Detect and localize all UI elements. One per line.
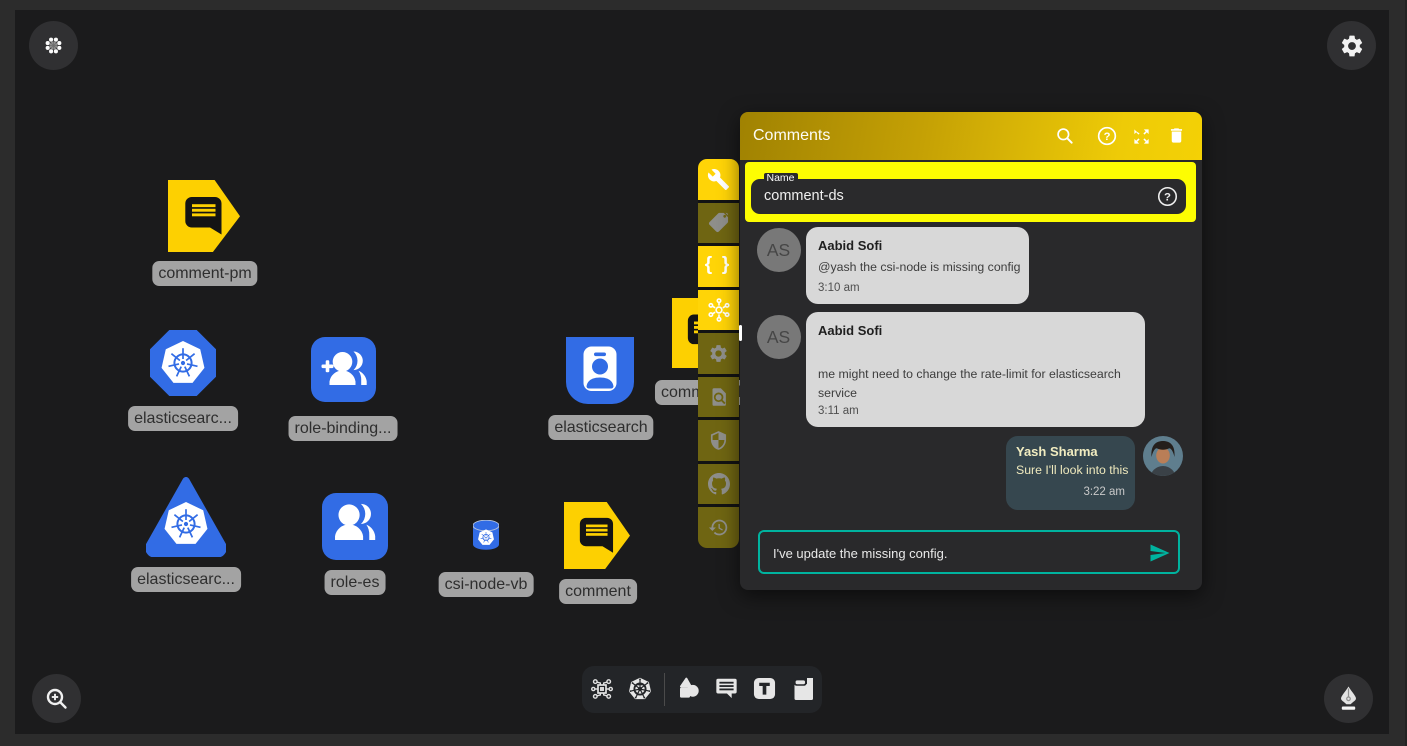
svg-text:?: ? xyxy=(1164,191,1171,203)
svg-text:?: ? xyxy=(1104,131,1111,143)
